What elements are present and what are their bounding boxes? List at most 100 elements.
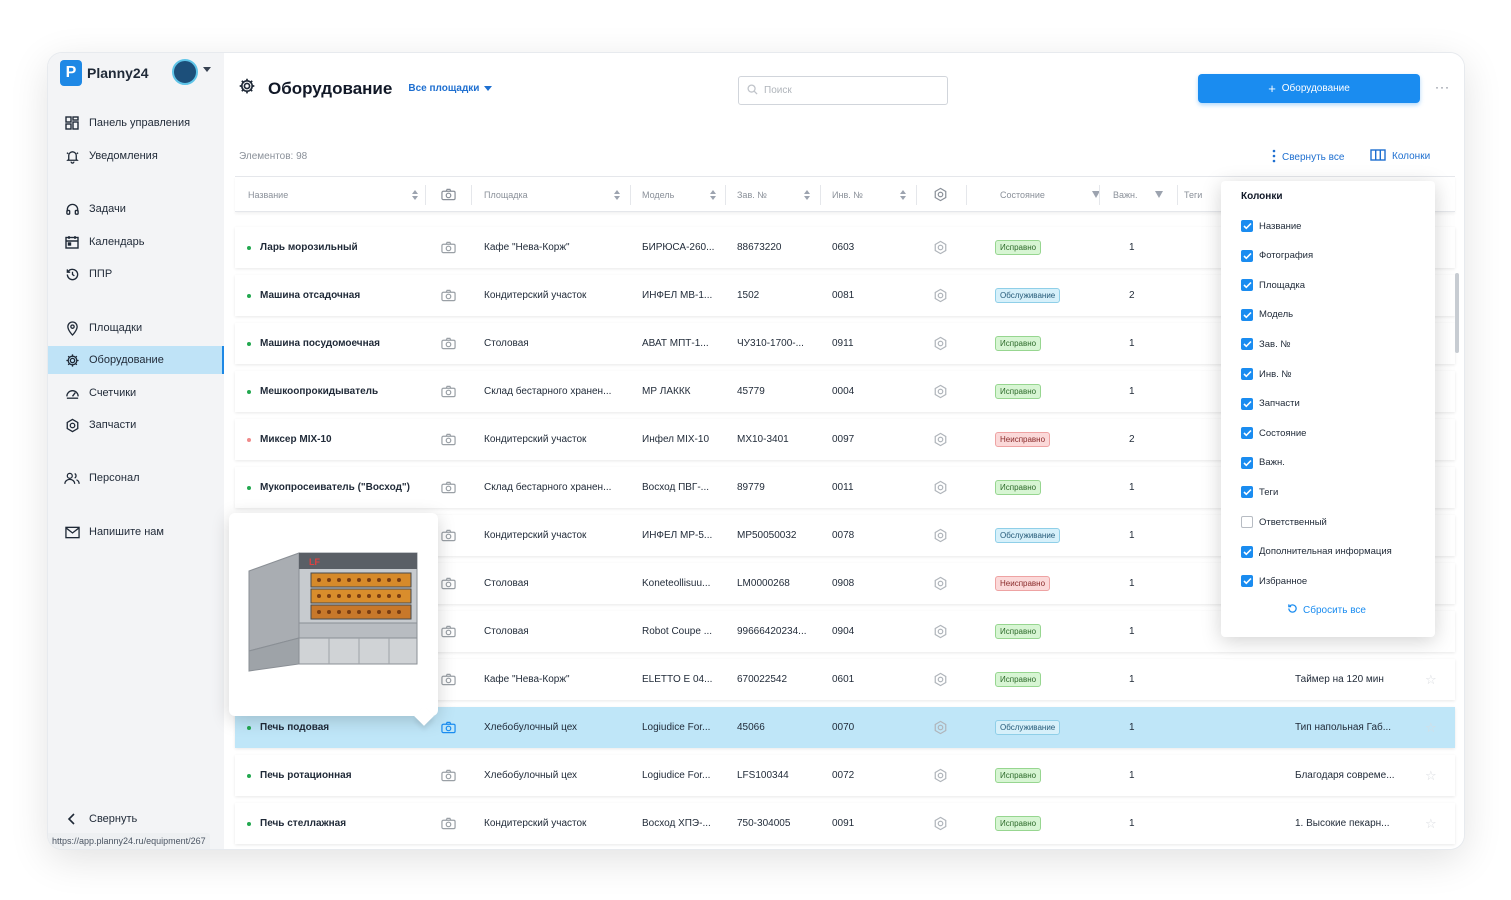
- camera-icon[interactable]: [441, 659, 456, 700]
- column-option[interactable]: Запчасти: [1241, 397, 1300, 411]
- more-menu-button[interactable]: ···: [1435, 80, 1450, 94]
- column-header-photo[interactable]: [441, 177, 461, 213]
- spare-part-icon[interactable]: [933, 515, 948, 556]
- camera-icon[interactable]: [441, 467, 456, 508]
- sidebar-item-dashboard[interactable]: Панель управления: [48, 109, 224, 137]
- table-row[interactable]: Печь стеллажная Кондитерский участок Восхо…: [235, 803, 1455, 844]
- checkbox[interactable]: [1241, 456, 1253, 469]
- sidebar-item-ppr[interactable]: ППР: [48, 260, 224, 288]
- spare-part-icon[interactable]: [933, 803, 948, 844]
- camera-icon[interactable]: [441, 803, 456, 844]
- camera-icon[interactable]: [441, 227, 456, 268]
- spare-part-icon[interactable]: [933, 275, 948, 316]
- column-option[interactable]: Важн.: [1241, 456, 1285, 470]
- checkbox[interactable]: [1241, 486, 1253, 499]
- sidebar-item-calendar[interactable]: Календарь: [48, 228, 224, 256]
- sidebar-item-sites[interactable]: Площадки: [48, 314, 224, 342]
- checkbox[interactable]: [1241, 397, 1253, 410]
- columns-button[interactable]: Колонки: [1370, 149, 1430, 164]
- sidebar-collapse-button[interactable]: Свернуть: [48, 805, 224, 833]
- sidebar-item-staff[interactable]: Персонал: [48, 464, 224, 492]
- checkbox[interactable]: [1241, 220, 1253, 232]
- reset-columns-button[interactable]: Сбросить все: [1287, 603, 1366, 617]
- spare-part-icon[interactable]: [933, 563, 948, 604]
- checkbox[interactable]: [1241, 575, 1253, 588]
- camera-icon[interactable]: [441, 707, 456, 748]
- workspace-avatar[interactable]: [172, 59, 198, 85]
- spare-part-icon[interactable]: [933, 227, 948, 268]
- column-option[interactable]: Модель: [1241, 308, 1293, 322]
- star-icon[interactable]: ☆: [1425, 755, 1437, 796]
- camera-icon[interactable]: [441, 755, 456, 796]
- equipment-name-cell[interactable]: Печь стеллажная: [247, 803, 346, 844]
- column-header-status[interactable]: Состояние: [1000, 177, 1110, 213]
- camera-icon[interactable]: [441, 515, 456, 556]
- camera-icon[interactable]: [441, 323, 456, 364]
- sidebar-item-equipment[interactable]: Оборудование: [48, 346, 224, 374]
- sidebar-item-contact[interactable]: Напишите нам: [48, 518, 224, 546]
- column-header-serial[interactable]: Зав. №: [737, 177, 820, 213]
- equipment-name-cell[interactable]: Мешкоопрокидыватель: [247, 371, 378, 412]
- search-input[interactable]: [764, 85, 934, 96]
- sidebar-item-counters[interactable]: Счетчики: [48, 379, 224, 407]
- site-filter-dropdown[interactable]: Все площадки: [408, 83, 493, 94]
- column-header-importance[interactable]: Важн.: [1113, 177, 1173, 213]
- spare-part-icon[interactable]: [933, 707, 948, 748]
- column-header-site[interactable]: Площадка: [484, 177, 630, 213]
- camera-icon[interactable]: [441, 563, 456, 604]
- star-icon[interactable]: ☆: [1425, 707, 1437, 748]
- column-option[interactable]: Площадка: [1241, 278, 1305, 292]
- column-option[interactable]: Теги: [1241, 485, 1278, 499]
- column-header-inventory[interactable]: Инв. №: [832, 177, 916, 213]
- checkbox[interactable]: [1241, 249, 1253, 262]
- equipment-name-cell[interactable]: Мукопросеиватель ("Восход"): [247, 467, 410, 508]
- equipment-name-cell[interactable]: Миксер MIX-10: [247, 419, 332, 460]
- equipment-name-cell[interactable]: Машина посудомоечная: [247, 323, 380, 364]
- checkbox[interactable]: [1241, 338, 1253, 351]
- column-option[interactable]: Дополнительная информация: [1241, 545, 1392, 559]
- camera-icon[interactable]: [441, 371, 456, 412]
- column-option[interactable]: Фотография: [1241, 249, 1313, 263]
- spare-part-icon[interactable]: [933, 467, 948, 508]
- column-option[interactable]: Ответственный: [1241, 515, 1327, 529]
- spare-part-icon[interactable]: [933, 611, 948, 652]
- checkbox[interactable]: [1241, 308, 1253, 321]
- spare-part-icon[interactable]: [933, 371, 948, 412]
- table-row[interactable]: Печь ротационная Хлебобулочный цех Logiudi…: [235, 755, 1455, 796]
- sidebar-item-notifications[interactable]: Уведомления: [48, 142, 224, 170]
- column-header-name[interactable]: Название: [248, 177, 428, 213]
- camera-icon[interactable]: [441, 611, 456, 652]
- equipment-name-cell[interactable]: Машина отсадочная: [247, 275, 360, 316]
- camera-icon[interactable]: [441, 275, 456, 316]
- checkbox[interactable]: [1241, 368, 1253, 380]
- column-option[interactable]: Инв. №: [1241, 367, 1292, 381]
- star-icon[interactable]: ☆: [1425, 659, 1437, 700]
- search-box[interactable]: [738, 76, 948, 105]
- equipment-name-cell[interactable]: Печь ротационная: [247, 755, 352, 796]
- sidebar-item-spare-parts[interactable]: Запчасти: [48, 411, 224, 439]
- collapse-all-button[interactable]: Свернуть все: [1272, 149, 1344, 166]
- sidebar-item-tasks[interactable]: Задачи: [48, 195, 224, 223]
- add-equipment-button[interactable]: + Оборудование: [1198, 74, 1420, 103]
- column-option[interactable]: Избранное: [1241, 574, 1307, 588]
- camera-icon[interactable]: [441, 419, 456, 460]
- spare-part-icon[interactable]: [933, 323, 948, 364]
- spare-part-icon[interactable]: [933, 659, 948, 700]
- brand[interactable]: P Planny24: [60, 59, 148, 87]
- checkbox[interactable]: [1241, 545, 1253, 558]
- table-scrollbar[interactable]: [1455, 273, 1459, 353]
- status-cell: Неисправно: [995, 563, 1051, 604]
- column-option[interactable]: Состояние: [1241, 426, 1306, 440]
- spare-part-icon[interactable]: [933, 755, 948, 796]
- checkbox[interactable]: [1241, 279, 1253, 292]
- column-header-model[interactable]: Модель: [642, 177, 726, 213]
- column-header-spare-parts[interactable]: [933, 177, 953, 213]
- spare-part-icon[interactable]: [933, 419, 948, 460]
- column-option[interactable]: Зав. №: [1241, 337, 1291, 351]
- equipment-name-cell[interactable]: Ларь морозильный: [247, 227, 358, 268]
- checkbox[interactable]: [1241, 516, 1253, 528]
- star-icon[interactable]: ☆: [1425, 803, 1437, 844]
- checkbox[interactable]: [1241, 427, 1253, 440]
- column-option[interactable]: Название: [1241, 219, 1301, 233]
- chevron-down-icon[interactable]: [203, 67, 211, 72]
